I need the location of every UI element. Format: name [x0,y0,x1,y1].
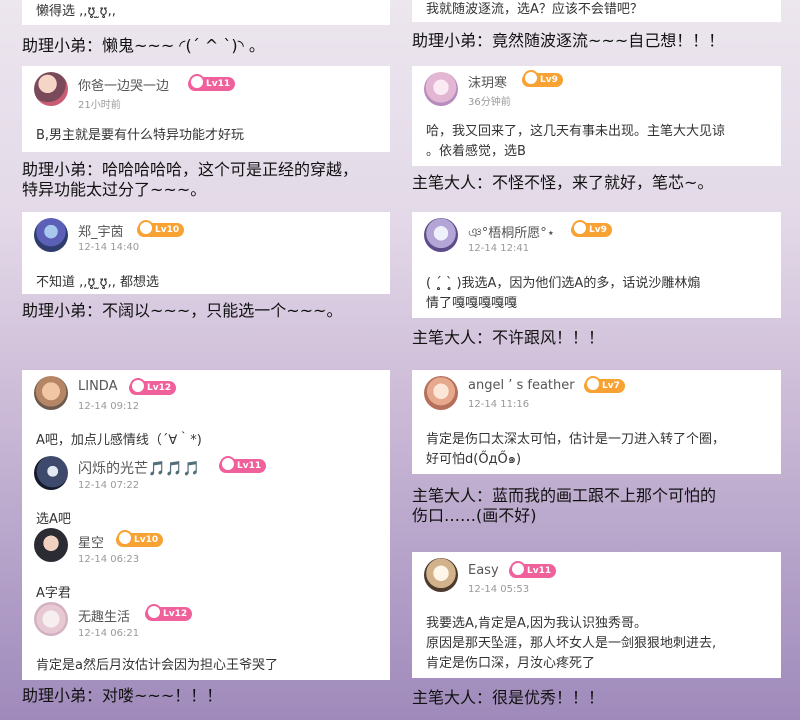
username[interactable]: 沫玥寒 [468,72,507,91]
level-badge: Lv7 [584,376,625,393]
level-icon [572,220,588,236]
username[interactable]: 你爸一边哭一边 [78,75,169,94]
level-icon [220,456,236,472]
level-label: Lv12 [147,383,172,393]
avatar[interactable] [424,558,458,592]
level-icon [130,378,146,394]
level-label: Lv12 [163,609,188,619]
level-icon [138,220,154,236]
level-label: Lv11 [206,79,231,89]
username[interactable]: ঞ°梧桐所愿°⋆ [468,222,555,245]
comment-text: B,男主就是要有什么特异功能才好玩 [36,128,245,143]
username[interactable]: Easy [468,563,499,578]
comment-text: 肯定是伤口太深太可怕，估计是一刀进入转了个圈， 好可怕d(ŐдŐ๑) [426,432,726,467]
author-reply: 主笔大人：很是优秀！！！ [412,688,605,707]
avatar[interactable] [34,602,68,636]
comment-card-snippet: 懒得选 ,,ʊ̥̥̥ ̫ʊ̥̥̥,, [22,0,390,25]
level-label: Lv10 [155,225,180,235]
avatar[interactable] [424,376,458,410]
avatar[interactable] [34,456,68,490]
level-icon [585,376,601,392]
author-reply: 主笔大人：蓝而我的画工跟不上那个可怕的 伤口……(画不好) [412,486,717,525]
comment-text: 选A吧 [36,512,71,527]
level-badge: Lv10 [116,530,164,547]
comment-card-snippet: 我就随波逐流，选A？应该不会错吧？ [412,0,781,22]
username[interactable]: 无趣生活 [78,606,130,625]
assistant-reply: 助理小弟：懒鬼~~~ ◜(ˊ ^ ˋ)◝ 。 [22,36,265,55]
level-icon [117,530,133,546]
level-badge: Lv10 [137,220,185,237]
level-icon [189,74,205,90]
level-icon [146,604,162,620]
avatar[interactable] [424,72,458,106]
username[interactable]: 郑_宇茵 [78,221,124,240]
comment-card[interactable]: 郑_宇茵 Lv10 12-14 14:40 不知道 ,,ʊ̥̥̥ ̫ʊ̥̥̥,,… [22,212,390,294]
level-badge: Lv9 [571,220,612,237]
comment-text: 我要选A,肯定是A,因为我认识独秀哥。 原因是那天坠涯，那人坏女人是一剑狠狠地刺… [426,616,717,671]
comment-thread-card: LINDA Lv12 12-14 09:12 A吧，加点儿感情线（´∀｀*) 闪… [22,370,390,680]
author-reply: 主笔大人：不许跟风！！！ [412,328,605,347]
level-badge: Lv9 [522,70,563,87]
comment-text: A吧，加点儿感情线（´∀｀*) [36,433,202,448]
username[interactable]: 闪烁的光芒🎵🎵🎵 [78,458,200,478]
timestamp: 12-14 05:53 [468,584,530,595]
comment-card[interactable]: ঞ°梧桐所愿°⋆ Lv9 12-14 12:41 ( ˊ̥̥̥̥̥ ˋ̥̥̥̥̥… [412,212,781,318]
comment-text: 不知道 ,,ʊ̥̥̥ ̫ʊ̥̥̥,, 都想选 [36,275,159,290]
level-label: Lv7 [602,381,620,391]
level-label: Lv9 [540,75,558,85]
level-label: Lv11 [237,461,262,471]
comment-text: 我就随波逐流，选A？应该不会错吧？ [426,2,643,17]
assistant-reply: 助理小弟：竟然随波逐流~~~自己想！！！ [412,31,725,50]
level-icon [510,561,526,577]
avatar[interactable] [34,72,68,106]
username[interactable]: LINDA [78,379,117,394]
assistant-reply: 助理小弟：不阔以~~~，只能选一个~~~。 [22,301,343,320]
username[interactable]: 星空 [78,532,104,551]
level-icon [523,70,539,86]
level-badge: Lv12 [129,378,177,395]
comment-text: A字君 [36,586,71,601]
avatar[interactable] [424,218,458,252]
timestamp: 12-14 11:16 [468,399,530,410]
timestamp: 12-14 09:12 [78,401,140,412]
timestamp: 12-14 14:40 [78,242,140,253]
comment-text: 肯定是a然后月汝估计会因为担心王爷哭了 [36,658,278,673]
assistant-reply: 助理小弟：哈哈哈哈哈，这个可是正经的穿越， 特异功能太过分了~~~。 [22,160,359,199]
comment-text: 哈，我又回来了，这几天有事未出现。主笔大大见谅 。依着感觉，选B [426,124,726,159]
level-label: Lv11 [527,566,552,576]
comment-text: ( ˊ̥̥̥̥̥ ˋ̥̥̥̥̥ )我选A，因为他们选A的多，话说沙雕林煽 情了嘎… [426,276,701,311]
level-badge: Lv11 [219,456,267,473]
comment-card[interactable]: angel ’ s feather Lv7 12-14 11:16 肯定是伤口太… [412,370,781,474]
timestamp: 21小时前 [78,100,121,111]
assistant-reply: 助理小弟：对喽~~~！！！ [22,686,223,705]
comment-card[interactable]: 沫玥寒 Lv9 36分钟前 哈，我又回来了，这几天有事未出现。主笔大大见谅 。依… [412,66,781,166]
timestamp: 12-14 06:23 [78,554,140,565]
level-badge: Lv11 [188,74,236,91]
timestamp: 36分钟前 [468,97,511,108]
level-badge: Lv12 [145,604,193,621]
timestamp: 12-14 06:21 [78,628,140,639]
level-label: Lv9 [589,225,607,235]
level-badge: Lv11 [509,561,557,578]
username[interactable]: angel ’ s feather [468,378,575,393]
timestamp: 12-14 07:22 [78,480,140,491]
comment-card[interactable]: Easy Lv11 12-14 05:53 我要选A,肯定是A,因为我认识独秀哥… [412,552,781,678]
timestamp: 12-14 12:41 [468,243,530,254]
avatar[interactable] [34,218,68,252]
author-reply: 主笔大人：不怪不怪，来了就好，笔芯~。 [412,173,714,192]
comment-text: 懒得选 ,,ʊ̥̥̥ ̫ʊ̥̥̥,, [36,4,116,19]
avatar[interactable] [34,376,68,410]
avatar[interactable] [34,528,68,562]
comment-card[interactable]: 你爸一边哭一边 Lv11 21小时前 B,男主就是要有什么特异功能才好玩 [22,66,390,152]
level-label: Lv10 [134,535,159,545]
